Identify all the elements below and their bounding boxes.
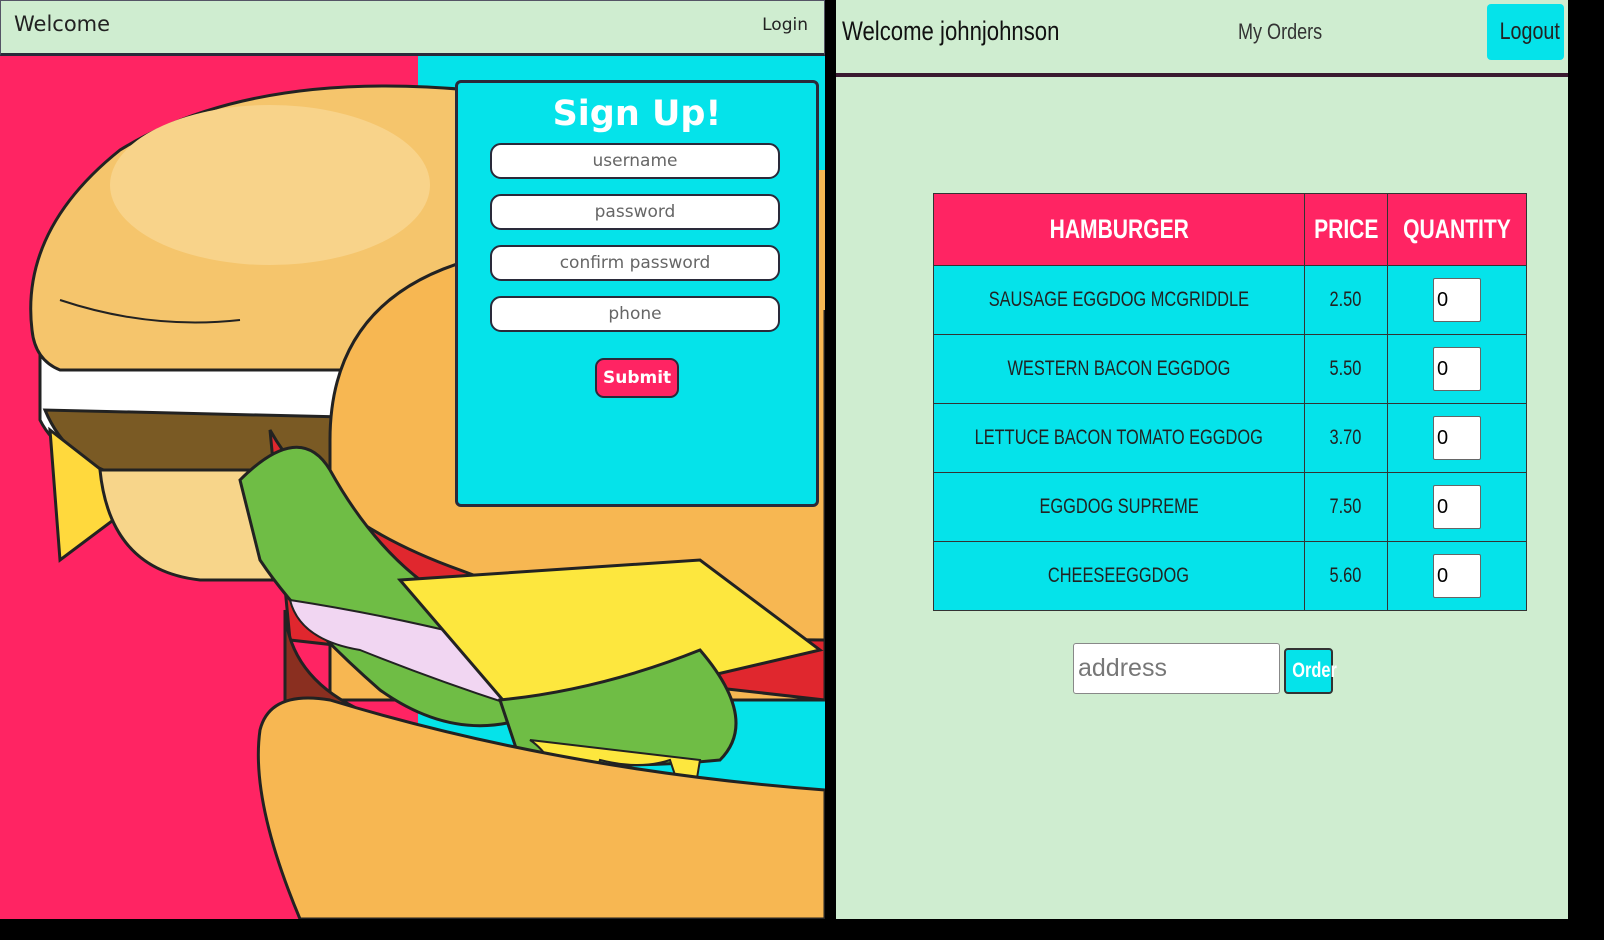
item-name: WESTERN BACON EGGDOG	[933, 334, 1305, 404]
quantity-cell	[1387, 403, 1528, 473]
logout-label: Logout	[1499, 18, 1560, 45]
top-navbar: Welcome Login	[0, 0, 825, 56]
screen-divider	[825, 0, 836, 919]
table-row: CHEESEEGGDOG 5.60	[933, 541, 1528, 611]
quantity-cell	[1387, 541, 1528, 611]
quantity-cell	[1387, 472, 1528, 542]
quantity-input[interactable]	[1433, 485, 1482, 529]
signup-page: Welcome Login Sign Up! Submit	[0, 0, 825, 919]
item-name: CHEESEEGGDOG	[933, 541, 1305, 611]
phone-field[interactable]	[490, 296, 780, 332]
menu-table: HAMBURGER PRICE QUANTITY SAUSAGE EGGDOG …	[933, 193, 1528, 611]
column-header-hamburger: HAMBURGER	[933, 193, 1305, 266]
quantity-input[interactable]	[1433, 278, 1482, 322]
item-name: EGGDOG SUPREME	[933, 472, 1305, 542]
my-orders-link[interactable]: My Orders	[1238, 19, 1322, 45]
password-field[interactable]	[490, 194, 780, 230]
item-price: 3.70	[1303, 403, 1389, 473]
username-field[interactable]	[490, 143, 780, 179]
column-header-quantity: QUANTITY	[1387, 193, 1528, 266]
item-name: SAUSAGE EGGDOG MCGRIDDLE	[933, 265, 1305, 335]
quantity-cell	[1387, 265, 1528, 335]
signup-form: Sign Up! Submit	[455, 80, 819, 507]
quantity-input[interactable]	[1433, 416, 1482, 460]
item-price: 5.50	[1303, 334, 1389, 404]
table-header-row: HAMBURGER PRICE QUANTITY	[933, 193, 1528, 266]
column-header-price: PRICE	[1303, 193, 1389, 266]
order-page: Welcome johnjohnson My Orders Logout HAM…	[836, 0, 1568, 919]
table-row: WESTERN BACON EGGDOG 5.50	[933, 334, 1528, 404]
table-row: LETTUCE BACON TOMATO EGGDOG 3.70	[933, 403, 1528, 473]
confirm-password-field[interactable]	[490, 245, 780, 281]
item-price: 5.60	[1303, 541, 1389, 611]
address-input[interactable]	[1073, 643, 1280, 694]
item-price: 2.50	[1303, 265, 1389, 335]
logout-button[interactable]: Logout	[1487, 4, 1564, 60]
order-button[interactable]: Order	[1284, 648, 1337, 694]
item-name: LETTUCE BACON TOMATO EGGDOG	[933, 403, 1305, 473]
quantity-input[interactable]	[1433, 347, 1482, 391]
submit-button[interactable]: Submit	[595, 358, 679, 398]
table-row: EGGDOG SUPREME 7.50	[933, 472, 1528, 542]
table-row: SAUSAGE EGGDOG MCGRIDDLE 2.50	[933, 265, 1528, 335]
quantity-cell	[1387, 334, 1528, 404]
signup-title: Sign Up!	[552, 94, 722, 134]
item-price: 7.50	[1303, 472, 1389, 542]
quantity-input[interactable]	[1433, 554, 1482, 598]
welcome-title: Welcome johnjohnson	[842, 16, 1060, 46]
top-navbar: Welcome johnjohnson My Orders Logout	[836, 0, 1568, 77]
brand-title: Welcome	[14, 12, 111, 36]
login-link[interactable]: Login	[762, 15, 808, 35]
